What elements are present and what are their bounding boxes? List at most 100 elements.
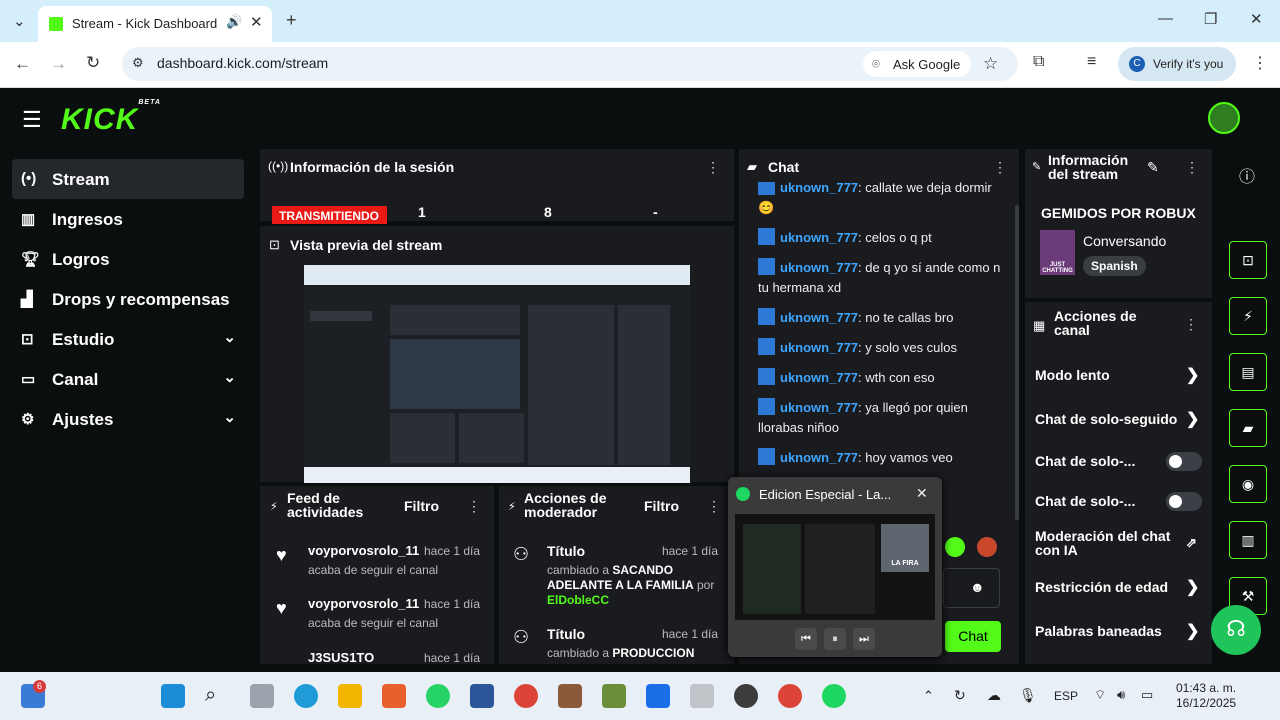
feed-user[interactable]: J3SUS1TO [308,650,374,662]
chat-menu-icon[interactable]: ⋮ [993,159,1007,176]
edge-icon[interactable] [294,684,318,708]
messenger-icon[interactable] [646,684,670,708]
chat-username[interactable]: uknown_777 [780,182,858,195]
file-explorer-icon[interactable] [338,684,362,708]
subs-only-toggle[interactable] [1166,452,1202,471]
media-controls-icon[interactable]: ≡ [1087,53,1096,71]
whatsapp-icon[interactable] [426,684,450,708]
session-menu-icon[interactable]: ⋮ [706,159,720,176]
language-indicator[interactable]: ESP [1054,689,1078,703]
sidebar-item-ingresos[interactable]: ▥ Ingresos [12,199,244,239]
feed-user[interactable]: voyporvosrolo_11 [308,596,419,611]
chat-messages[interactable]: uknown_777: callate we deja dormir 😊 ukn… [739,182,1019,478]
banned-words-item[interactable]: Palabras baneadas [1035,623,1162,639]
mod-filter-button[interactable]: Filtro [644,498,679,514]
mod-user-link[interactable]: ElDobleCC [547,593,609,607]
chat-username[interactable]: uknown_777 [780,230,858,245]
sidebar-item-logros[interactable]: 🏆︎ Logros [12,239,244,279]
forward-icon[interactable]: → [50,54,67,74]
word-icon[interactable] [470,684,494,708]
sidebar-item-drops[interactable]: ▟ Drops y recompensas [12,279,244,319]
wifi-icon[interactable]: ⌔ [1094,687,1106,703]
maximize-icon[interactable]: ❐ [1204,10,1217,28]
chevron-right-icon[interactable]: ❯ [1186,409,1199,429]
address-bar[interactable]: ⚙ dashboard.kick.com/stream ⌾ Ask Google… [122,47,1018,81]
chat-scrollbar[interactable] [1015,205,1019,520]
extensions-icon[interactable]: ⧉ [1033,53,1044,71]
user-avatar[interactable] [1208,102,1240,134]
channel-actions-menu-icon[interactable]: ⋮ [1184,316,1198,333]
browser-tab[interactable]: Stream - Kick Dashboard 🔊 ✕ [38,6,272,42]
ai-moderation-item[interactable]: Moderación del chat con IA [1035,529,1180,557]
chat-username[interactable]: uknown_777 [780,340,858,355]
chrome-icon[interactable] [514,684,538,708]
minimize-icon[interactable]: — [1158,10,1173,27]
sidebar-item-ajustes[interactable]: ⚙ Ajustes ⌄ [12,399,244,439]
external-link-icon[interactable]: ⇗ [1186,535,1197,551]
feed-filter-button[interactable]: Filtro [404,498,439,514]
new-tab-icon[interactable]: + [286,10,297,31]
search-icon[interactable]: ⌕ [205,684,229,708]
emote-icon[interactable] [945,537,965,557]
feed-user[interactable]: voyporvosrolo_11 [308,543,419,558]
cloud-icon[interactable]: ☁ [987,687,1001,704]
broadcast-icon[interactable]: ◉ [1229,465,1267,503]
mod-menu-icon[interactable]: ⋮ [707,498,721,515]
chat-bubble-icon[interactable]: ▰ [1229,409,1267,447]
emotes-only-toggle[interactable] [1166,492,1202,511]
microphone-icon[interactable]: 🎙︎ [1019,687,1037,704]
chat-username[interactable]: uknown_777 [780,450,858,465]
sidebar-item-canal[interactable]: ▭ Canal ⌄ [12,359,244,399]
chevron-right-icon[interactable]: ❯ [1186,365,1199,385]
feed-menu-icon[interactable]: ⋮ [467,498,481,515]
close-player-icon[interactable]: ✕ [916,485,928,502]
minecraft-icon[interactable] [602,684,626,708]
next-track-icon[interactable]: ⏭ [853,628,875,650]
stream-preview-video[interactable] [304,265,690,483]
browser-menu-icon[interactable]: ⋮ [1252,53,1268,73]
hamburger-menu-icon[interactable]: ☰ [22,107,42,133]
chat-username[interactable]: uknown_777 [780,260,858,275]
reload-icon[interactable]: ↻ [86,53,100,73]
sidebar-item-stream[interactable]: (•) Stream [12,159,244,199]
volume-icon[interactable]: 🔊︎ [1117,687,1125,703]
spotify-taskbar-icon[interactable] [822,684,846,708]
chat-send-button[interactable]: Chat [945,621,1001,652]
sidebar-item-estudio[interactable]: ⊡ Estudio ⌄ [12,319,244,359]
emote-icon[interactable] [977,537,997,557]
close-tab-icon[interactable]: ✕ [250,13,263,31]
age-restriction-item[interactable]: Restricción de edad [1035,579,1168,595]
chrome-profile-icon[interactable] [778,684,802,708]
speaker-icon[interactable]: 🔊 [226,14,242,30]
screenshot-icon[interactable]: ⊡ [1229,241,1267,279]
system-clock[interactable]: 01:43 a. m. 16/12/2025 [1176,681,1236,711]
info-icon[interactable]: ⓘ [1239,163,1255,187]
tray-expand-icon[interactable]: ⌃ [923,688,934,704]
chat-input[interactable]: ☻ [943,568,1000,608]
task-view-icon[interactable] [250,684,274,708]
sync-icon[interactable]: ↻ [954,687,966,704]
chevron-right-icon[interactable]: ❯ [1186,621,1199,641]
site-info-icon[interactable]: ⚙ [132,55,144,71]
verify-profile-button[interactable]: C Verify it's you [1118,47,1236,81]
previous-track-icon[interactable]: ⏮ [795,628,817,650]
layout-icon[interactable]: ▥ [1229,521,1267,559]
slow-mode-item[interactable]: Modo lento [1035,367,1110,383]
obs-icon[interactable] [734,684,758,708]
document-icon[interactable]: ▤ [1229,353,1267,391]
game-icon[interactable] [558,684,582,708]
battery-icon[interactable]: ▭ [1141,687,1153,703]
store-icon[interactable] [382,684,406,708]
back-icon[interactable]: ← [14,54,31,74]
chevron-right-icon[interactable]: ❯ [1186,577,1199,597]
help-chat-button[interactable]: ☊ [1211,605,1261,655]
tab-search-icon[interactable]: ⌄ [13,12,26,30]
chat-username[interactable]: uknown_777 [780,310,858,325]
roblox-icon[interactable] [690,684,714,708]
start-icon[interactable] [161,684,185,708]
edit-icon[interactable]: ✎ [1147,159,1159,176]
ask-google-button[interactable]: ⌾ Ask Google [863,51,971,77]
kick-logo[interactable]: KICKBETA [61,99,161,137]
chat-username[interactable]: uknown_777 [780,400,858,415]
chat-username[interactable]: uknown_777 [780,370,858,385]
